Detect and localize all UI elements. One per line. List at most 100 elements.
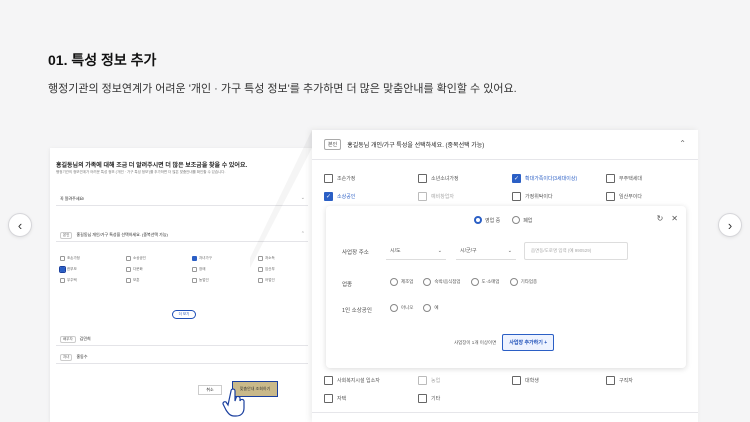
solo-no-radio[interactable]: 아니오: [390, 304, 413, 312]
trait-option-b1[interactable]: 농업: [418, 376, 440, 385]
checkbox-icon: [126, 278, 131, 283]
preview-option: 조손가정: [60, 256, 80, 261]
industry-radio-other[interactable]: 기타업종: [509, 278, 537, 286]
radio-icon: [390, 278, 398, 286]
add-business-button[interactable]: 사업장 추가하기 +: [502, 334, 555, 351]
trait-option-7[interactable]: 임산부이다: [606, 192, 642, 201]
chevron-up-icon[interactable]: ⌃: [679, 139, 686, 148]
trait-option-1[interactable]: 소년소녀가정: [418, 174, 459, 183]
preview-cancel-button: 취소: [198, 385, 222, 395]
trait-option-label: 대학생: [525, 378, 539, 384]
checkbox-icon: [258, 267, 263, 272]
chevron-down-icon: ⌄: [300, 195, 305, 201]
preview-member-child: 자녀 홍동수: [56, 350, 308, 364]
solo-owner-label: 1인 소상공인: [342, 308, 372, 314]
preview-option-label: 자녀가구: [199, 256, 212, 260]
trait-option-2[interactable]: ✓ 확대가족이다(3세대이상): [512, 174, 577, 183]
address-input[interactable]: 읍면동/도로명 입력 (예 990529): [524, 242, 628, 260]
solo-yes-radio[interactable]: 예: [423, 304, 439, 312]
trait-option-b2[interactable]: 대학생: [512, 376, 539, 385]
chevron-right-icon: ›: [727, 217, 733, 233]
status-closed-radio[interactable]: 폐업: [512, 216, 532, 224]
next-slide-button[interactable]: ›: [718, 213, 742, 237]
industry-label: 업종: [342, 282, 353, 288]
trait-option-b4[interactable]: 자택: [324, 394, 346, 403]
preview-option-label: 저소득: [265, 256, 275, 260]
checkbox-icon: [192, 256, 197, 261]
checkbox-icon: [60, 256, 65, 261]
preview-option-label: 다문화: [133, 267, 143, 271]
card-actions: ↻ ✕: [657, 214, 678, 223]
screenshot-preview: 홍길동님의 가족에 대해 조금 더 알려주시면 더 많은 보조금을 찾을 수 있…: [50, 148, 312, 422]
business-detail-card: 영업 중 폐업 ↻ ✕ 사업장 주소 시/도 ⌄ 시/군/구 ⌄ 읍면동/도로명 입…: [326, 206, 686, 368]
preview-option-label: 조손가정: [67, 256, 80, 260]
radio-icon: [512, 216, 521, 224]
page-title: 01. 특성 정보 추가: [48, 52, 157, 68]
checkbox-icon: [192, 278, 197, 283]
trait-option-3[interactable]: 무주택세대: [606, 174, 642, 183]
close-icon[interactable]: ✕: [671, 214, 678, 223]
preview-option-label: 소상공인: [133, 256, 146, 260]
radio-selected-icon: [474, 216, 482, 224]
prev-slide-button[interactable]: ‹: [8, 213, 32, 237]
chevron-down-icon: ⌄: [507, 247, 512, 254]
checkbox-icon: [59, 266, 66, 273]
add-business-row: 사업장이 1개 이상이면 사업장 추가하기 +: [454, 334, 555, 351]
preview-more-button: 더 보기: [172, 310, 196, 319]
trait-panel: 본인 홍길동님 개인/가구 특성을 선택하세요. (중복선택 가능) ⌃ 조손가…: [312, 130, 698, 422]
checkbox-icon: [606, 174, 615, 183]
trait-option-label: 농업: [431, 378, 441, 384]
preview-option: 장애: [192, 267, 205, 272]
solo-owner-group: 아니오 예: [390, 304, 439, 312]
preview-option-label: 보훈: [133, 278, 140, 282]
checkbox-checked-icon: ✓: [512, 174, 521, 183]
trait-option-0[interactable]: 조손가정: [324, 174, 355, 183]
business-status-group: 영업 중 폐업: [474, 216, 532, 224]
industry-radio-retail[interactable]: 도·소매업: [470, 278, 500, 286]
checkbox-icon: [606, 376, 615, 385]
industry-radio-manufacturing[interactable]: 제조업: [390, 278, 413, 286]
preview-option: 다문화: [126, 267, 143, 272]
preview-option-label: 무주택: [67, 278, 77, 282]
trait-option-label: 확대가족이다(3세대이상): [525, 176, 578, 182]
checkbox-icon: [126, 267, 131, 272]
industry-radio-food[interactable]: 숙박/음식점업: [423, 278, 461, 286]
status-open-radio[interactable]: 영업 중: [474, 216, 500, 224]
add-business-note: 사업장이 1개 이상이면: [454, 339, 497, 345]
district-select[interactable]: 시/군/구 ⌄: [456, 242, 516, 260]
trait-option-label: 구직자: [619, 378, 633, 384]
trait-option-b5[interactable]: 기타: [418, 394, 440, 403]
radio-icon: [509, 278, 518, 286]
checkbox-icon: [418, 376, 427, 385]
preview-option-label: 어업인: [265, 278, 275, 282]
trait-option-b3[interactable]: 구직자: [606, 376, 633, 385]
page-subtitle: 행정기관의 정보연계가 어려운 '개인 · 가구 특성 정보'를 추가하면 더 …: [48, 83, 517, 95]
preview-option-label: 한부모: [67, 267, 77, 271]
pointer-hand-icon: [222, 388, 245, 417]
preview-option: 한부모: [59, 266, 77, 273]
trait-panel-header[interactable]: 본인 홍길동님 개인/가구 특성을 선택하세요. (중복선택 가능) ⌃: [312, 130, 698, 160]
checkbox-icon: [418, 192, 427, 201]
preview-option: 농업인: [192, 278, 209, 283]
preview-title: 홍길동님의 가족에 대해 조금 더 알려주시면 더 많은 보조금을 찾을 수 있…: [56, 163, 248, 169]
checkbox-icon: [512, 192, 521, 201]
trait-option-6[interactable]: 가정위탁이다: [512, 192, 553, 201]
preview-member-spouse: 배우자 김민희: [56, 332, 308, 346]
trait-option-label: 소상공인: [337, 194, 356, 200]
radio-icon: [423, 278, 432, 286]
chevron-down-icon: ⌄: [437, 247, 442, 254]
chevron-up-icon: ⌃: [300, 231, 305, 237]
trait-option-5[interactable]: 예비창업자: [418, 192, 454, 201]
trait-option-label: 기타: [431, 396, 441, 402]
trait-option-4[interactable]: ✓ 소상공인: [324, 192, 355, 201]
checkbox-icon: [324, 376, 333, 385]
checkbox-checked-icon: ✓: [324, 192, 333, 201]
checkbox-icon: [258, 278, 263, 283]
preview-option-label: 장애: [199, 267, 206, 271]
trait-option-b0[interactable]: 사회복지시설 입소자: [324, 376, 380, 385]
preview-bar-notice: 꼭 알려주세요! ⌄: [56, 192, 308, 206]
refresh-icon[interactable]: ↻: [657, 214, 664, 223]
preview-bar-self: 본인 홍길동님 개인/가구 특성을 선택하세요. (중복선택 가능) ⌃: [56, 228, 308, 242]
city-select[interactable]: 시/도 ⌄: [386, 242, 446, 260]
radio-icon: [390, 304, 398, 312]
